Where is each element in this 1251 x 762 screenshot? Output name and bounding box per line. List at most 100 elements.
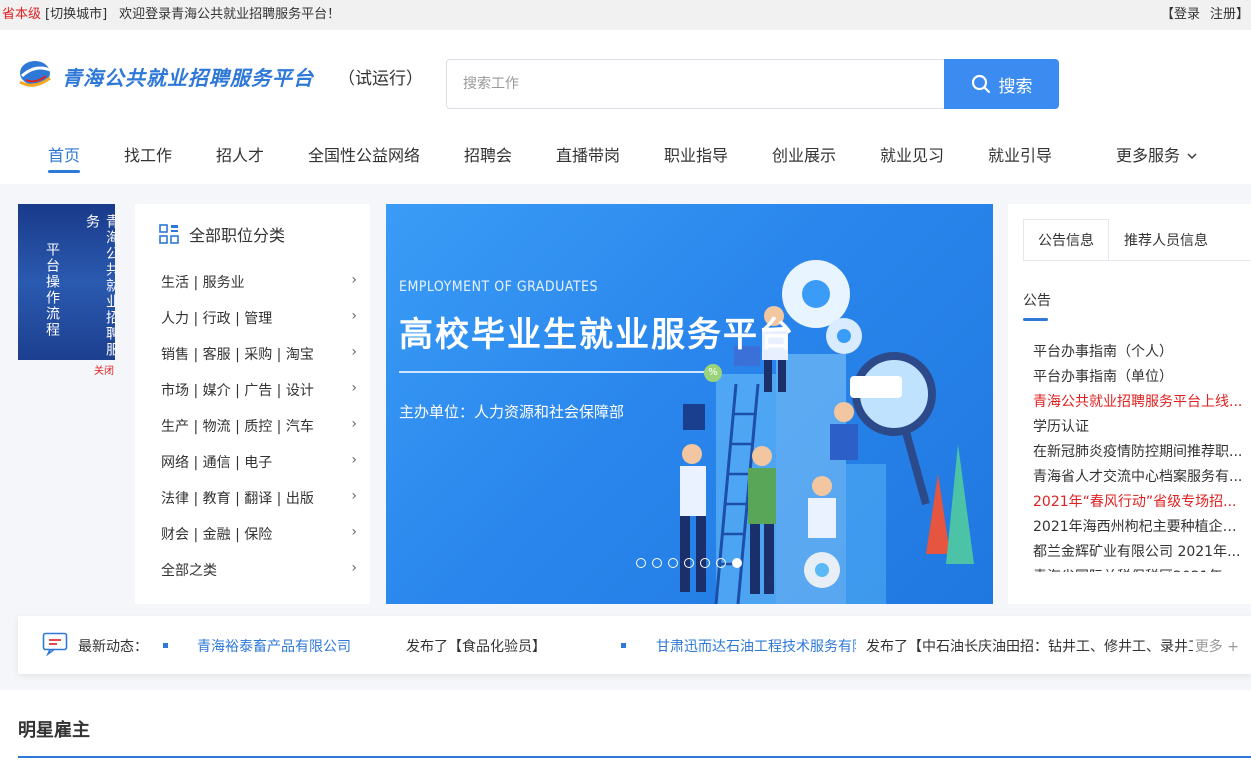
carousel-dot[interactable] bbox=[668, 558, 678, 568]
switch-city-link[interactable]: [切换城市] bbox=[45, 7, 107, 22]
category-item-label: 生产 | 物流 | 质控 | 汽车 bbox=[161, 419, 314, 435]
category-title: 全部职位分类 bbox=[189, 226, 286, 245]
notice-item[interactable]: 青海公共就业招聘服务平台上线... bbox=[1033, 390, 1245, 415]
ticker-label: 最新动态： bbox=[78, 639, 148, 655]
search-button[interactable]: 搜索 bbox=[944, 59, 1059, 109]
message-icon bbox=[42, 632, 68, 656]
carousel-dot[interactable] bbox=[700, 558, 710, 568]
notice-item[interactable]: 平台办事指南（单位） bbox=[1033, 365, 1245, 390]
chevron-right-icon: › bbox=[351, 452, 357, 468]
category-item-all[interactable]: 全部之类 › bbox=[161, 560, 357, 580]
category-item-label: 市场 | 媒介 | 广告 | 设计 bbox=[161, 383, 314, 399]
site-logo-icon bbox=[19, 61, 51, 87]
nav-item-more-services[interactable]: 更多服务 bbox=[1116, 142, 1197, 166]
search-icon bbox=[971, 74, 990, 94]
nav-item-job-fair[interactable]: 招聘会 bbox=[464, 142, 512, 166]
job-category-panel: 全部职位分类 生活 | 服务业 › 人力 | 行政 | 管理 › 销售 | 客服 |… bbox=[135, 204, 370, 604]
notice-item[interactable]: 2021年海西州枸杞主要种植企业... bbox=[1033, 515, 1245, 540]
category-item[interactable]: 财会 | 金融 | 保险 › bbox=[161, 524, 357, 544]
nav-active-underline bbox=[48, 170, 80, 173]
banner-en-title: EMPLOYMENT OF GRADUATES bbox=[399, 279, 599, 295]
nav-item-startup[interactable]: 创业展示 bbox=[772, 142, 836, 166]
hero-banner[interactable]: EMPLOYMENT OF GRADUATES 高校毕业生就业服务平台 % 主办… bbox=[386, 204, 993, 604]
nav-item-career-guidance[interactable]: 职业指导 bbox=[664, 142, 728, 166]
chevron-right-icon: › bbox=[351, 488, 357, 504]
search-input[interactable] bbox=[446, 59, 946, 109]
carousel-dots bbox=[636, 558, 742, 568]
chevron-right-icon: › bbox=[351, 380, 357, 396]
site-name: 青海公共就业招聘服务平台 bbox=[62, 66, 314, 90]
site-trial-label: （试运行） bbox=[338, 69, 423, 89]
notice-item[interactable]: 都兰金辉矿业有限公司 2021年... bbox=[1033, 540, 1245, 565]
banner-sponsor: 主办单位：人力资源和社会保障部 bbox=[399, 403, 625, 421]
ticker-bullet bbox=[163, 643, 168, 648]
ticker-text: 发布了【中石油长庆油田招：钻井工、修井工、录井工】 bbox=[866, 639, 1206, 655]
chevron-right-icon: › bbox=[351, 272, 357, 288]
notice-list: 平台办事指南（个人） 平台办事指南（单位） 青海公共就业招聘服务平台上线... 学历认… bbox=[1033, 340, 1245, 572]
category-item[interactable]: 网络 | 通信 | 电子 › bbox=[161, 452, 357, 472]
nav-item-find-job[interactable]: 找工作 bbox=[124, 142, 172, 166]
category-item[interactable]: 生产 | 物流 | 质控 | 汽车 › bbox=[161, 416, 357, 436]
category-item[interactable]: 法律 | 教育 | 翻译 | 出版 › bbox=[161, 488, 357, 508]
notice-sub-label[interactable]: 公告 bbox=[1023, 290, 1051, 310]
nav-item-employment-guide[interactable]: 就业引导 bbox=[988, 142, 1052, 166]
carousel-dot[interactable] bbox=[652, 558, 662, 568]
category-item-label: 财会 | 金融 | 保险 bbox=[161, 527, 273, 543]
category-item-label: 销售 | 客服 | 采购 | 淘宝 bbox=[161, 347, 314, 363]
star-employers-title: 明星雇主 bbox=[18, 720, 90, 741]
header: 青海公共就业招聘服务平台 （试运行） 搜索 首页 找工作 招人才 全国性公益网络… bbox=[0, 30, 1251, 184]
more-services-label: 更多服务 bbox=[1116, 146, 1181, 165]
percent-icon: % bbox=[704, 364, 722, 382]
carousel-dot[interactable] bbox=[716, 558, 726, 568]
notice-item[interactable]: 平台办事指南（个人） bbox=[1033, 340, 1245, 365]
nav-item-home[interactable]: 首页 bbox=[48, 142, 80, 166]
tab-announcements[interactable]: 公告信息 bbox=[1023, 219, 1109, 261]
register-link[interactable]: 注册】 bbox=[1210, 7, 1249, 22]
platform-guide-card[interactable]: 青海公共就业招聘服务 平台操作流程 bbox=[18, 204, 115, 360]
notice-item[interactable]: 青海省人才交流中心档案服务有... bbox=[1033, 465, 1245, 490]
carousel-dot[interactable] bbox=[684, 558, 694, 568]
category-item-label: 法律 | 教育 | 翻译 | 出版 bbox=[161, 491, 314, 507]
ticker-text: 发布了【食品化验员】 bbox=[406, 639, 546, 655]
guide-card-subtitle: 平台操作流程 bbox=[44, 242, 60, 338]
chevron-right-icon: › bbox=[351, 416, 357, 432]
chevron-right-icon: › bbox=[351, 560, 357, 576]
nav-item-internship[interactable]: 就业见习 bbox=[880, 142, 944, 166]
nav-item-national-network[interactable]: 全国性公益网络 bbox=[308, 142, 420, 166]
chevron-right-icon: › bbox=[351, 308, 357, 324]
notice-item[interactable]: 2021年“春风行动”省级专场招... bbox=[1033, 490, 1245, 515]
category-item[interactable]: 市场 | 媒介 | 广告 | 设计 › bbox=[161, 380, 357, 400]
category-item[interactable]: 人力 | 行政 | 管理 › bbox=[161, 308, 357, 328]
notice-item[interactable]: 学历认证 bbox=[1033, 415, 1245, 440]
chevron-right-icon: › bbox=[351, 524, 357, 540]
search-button-label: 搜索 bbox=[998, 76, 1033, 97]
news-ticker: 最新动态： 青海裕泰畜产品有限公司 发布了【食品化验员】 甘肃迅而达石油工程技术… bbox=[18, 616, 1251, 674]
notice-item[interactable]: 青海省国际关税保税区2021年度... bbox=[1033, 565, 1245, 572]
tab-recommended-people[interactable]: 推荐人员信息 bbox=[1109, 219, 1223, 261]
top-bar-left: 省本级 [切换城市] 欢迎登录青海公共就业招聘服务平台！ bbox=[2, 0, 340, 30]
carousel-dot[interactable] bbox=[732, 558, 742, 568]
carousel-dot[interactable] bbox=[636, 558, 646, 568]
ticker-company-link[interactable]: 甘肃迅而达石油工程技术服务有限公司 bbox=[656, 636, 856, 656]
notice-item[interactable]: 在新冠肺炎疫情防控期间推荐职... bbox=[1033, 440, 1245, 465]
guide-card-close-button[interactable]: 关闭 bbox=[94, 362, 114, 377]
notice-tabs: 公告信息 推荐人员信息 bbox=[1023, 219, 1223, 261]
chevron-down-icon bbox=[1187, 153, 1197, 159]
banner-divider bbox=[399, 371, 709, 373]
ticker-more-link[interactable]: 更多 + bbox=[1192, 636, 1239, 656]
main-nav: 首页 找工作 招人才 全国性公益网络 招聘会 直播带岗 职业指导 创业展示 就业… bbox=[0, 142, 1251, 182]
star-employers-divider bbox=[18, 756, 1251, 758]
category-header: 全部职位分类 bbox=[159, 222, 285, 246]
ticker-company-link[interactable]: 青海裕泰畜产品有限公司 bbox=[197, 636, 387, 656]
region-label: 省本级 bbox=[2, 7, 42, 22]
nav-item-live[interactable]: 直播带岗 bbox=[556, 142, 620, 166]
category-item-label: 网络 | 通信 | 电子 bbox=[161, 455, 273, 471]
category-item-label: 生活 | 服务业 bbox=[161, 275, 245, 291]
auth-links: 【登录 注册】 bbox=[1151, 0, 1249, 30]
category-item[interactable]: 生活 | 服务业 › bbox=[161, 272, 357, 292]
nav-item-recruit[interactable]: 招人才 bbox=[216, 142, 264, 166]
login-link[interactable]: 【登录 bbox=[1161, 7, 1200, 22]
notice-panel: 公告信息 推荐人员信息 公告 平台办事指南（个人） 平台办事指南（单位） 青海公共就… bbox=[1008, 204, 1251, 604]
category-item[interactable]: 销售 | 客服 | 采购 | 淘宝 › bbox=[161, 344, 357, 364]
star-employers-section: 明星雇主 bbox=[0, 690, 1251, 762]
